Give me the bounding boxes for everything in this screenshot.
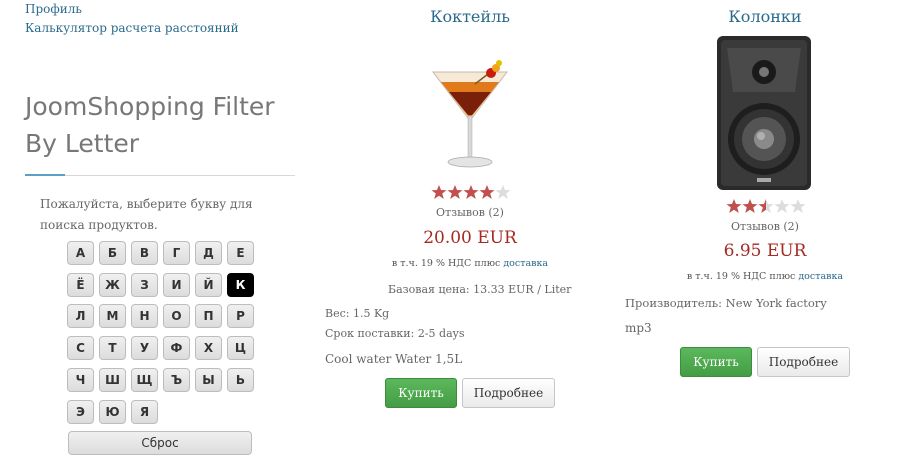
delivery-time: Срок поставки: 2-5 days — [325, 327, 465, 340]
letter-button[interactable]: Д — [195, 241, 222, 265]
cocktail-glass-image[interactable] — [425, 58, 515, 173]
product-weight: Вес: 1.5 Kg — [325, 307, 390, 320]
rating-stars — [726, 198, 806, 214]
letter-button[interactable]: А — [67, 241, 94, 265]
rating-stars — [431, 184, 511, 200]
product-price: 6.95 EUR — [723, 241, 807, 261]
letter-button[interactable]: П — [195, 304, 222, 329]
star-icon — [758, 199, 774, 213]
letter-button[interactable]: Б — [99, 241, 126, 265]
details-button[interactable]: Подробнее — [757, 347, 850, 377]
letter-button[interactable]: И — [163, 272, 190, 297]
letter-button[interactable]: Ш — [99, 367, 126, 392]
module-title: JoomShopping Filter By Letter — [25, 92, 275, 158]
profile-link[interactable]: Профиль — [25, 0, 239, 19]
letter-button[interactable]: Щ — [131, 367, 158, 392]
star-icon — [431, 185, 447, 199]
star-icon — [742, 199, 758, 213]
details-button[interactable]: Подробнее — [462, 378, 555, 408]
title-divider-accent — [25, 174, 65, 176]
letter-button[interactable]: Э — [67, 399, 94, 424]
star-icon — [447, 185, 463, 199]
letter-button[interactable]: К — [227, 272, 254, 297]
sidebar-links: Профиль Калькулятор расчета расстояний — [25, 0, 239, 38]
star-icon — [479, 185, 495, 199]
product-extra: mp3 — [625, 321, 652, 335]
letter-button[interactable]: Ф — [163, 336, 190, 361]
letter-button[interactable]: Й — [195, 272, 222, 297]
speaker-image[interactable] — [715, 34, 813, 192]
product-price: 20.00 EUR — [423, 228, 517, 248]
letter-button[interactable]: Ь — [227, 367, 254, 392]
base-price: Базовая цена: 13.33 EUR / Liter — [388, 283, 572, 296]
letter-button[interactable]: Х — [195, 336, 222, 361]
reviews-link[interactable]: Отзывов (2) — [400, 206, 540, 219]
star-icon — [495, 185, 511, 199]
letter-button[interactable]: Г — [163, 241, 190, 265]
buy-button[interactable]: Купить — [680, 347, 752, 377]
distance-calculator-link[interactable]: Калькулятор расчета расстояний — [25, 19, 239, 38]
letter-button[interactable]: Ъ — [163, 367, 190, 392]
letter-button[interactable]: В — [131, 241, 158, 265]
vat-text: в т.ч. 19 % НДС плюс — [686, 271, 796, 282]
star-icon — [790, 199, 806, 213]
letter-button[interactable]: Р — [227, 304, 254, 329]
vat-info: в т.ч. 19 % НДС плюс доставка — [665, 271, 865, 282]
letter-button[interactable]: Ы — [195, 367, 222, 392]
letter-button[interactable]: У — [131, 336, 158, 361]
star-icon — [463, 185, 479, 199]
letter-button[interactable]: Ч — [67, 367, 94, 392]
buy-button[interactable]: Купить — [385, 378, 457, 408]
letter-button[interactable]: Ё — [67, 272, 94, 297]
vat-text: в т.ч. 19 % НДС плюс — [391, 258, 501, 269]
product-extra: Cool water Water 1,5L — [325, 352, 463, 366]
letter-button[interactable]: Л — [67, 304, 94, 329]
reset-button[interactable]: Сброс — [68, 431, 252, 455]
product-title[interactable]: Коктейль — [385, 7, 555, 26]
letter-button[interactable]: Ц — [227, 336, 254, 361]
letter-button[interactable]: М — [99, 304, 126, 329]
letter-button[interactable]: Я — [131, 399, 158, 424]
letter-button[interactable]: О — [163, 304, 190, 329]
letter-button[interactable]: З — [131, 272, 158, 297]
shipping-link[interactable]: доставка — [798, 271, 843, 282]
letter-button[interactable]: Н — [131, 304, 158, 329]
title-divider — [25, 175, 295, 176]
star-icon — [726, 199, 742, 213]
shipping-link[interactable]: доставка — [503, 258, 548, 269]
vat-info: в т.ч. 19 % НДС плюс доставка — [370, 258, 570, 269]
letter-button[interactable]: Ю — [99, 399, 126, 424]
letter-button[interactable]: Т — [99, 336, 126, 361]
letter-hint: Пожалуйста, выберите букву для поиска пр… — [40, 197, 253, 232]
product-title[interactable]: Колонки — [680, 7, 850, 26]
letter-button[interactable]: С — [67, 336, 94, 361]
letter-button[interactable]: Е — [227, 241, 254, 265]
reviews-link[interactable]: Отзывов (2) — [695, 220, 835, 233]
letter-button[interactable]: Ж — [99, 272, 126, 297]
manufacturer: Производитель: New York factory — [625, 296, 827, 310]
star-icon — [774, 199, 790, 213]
